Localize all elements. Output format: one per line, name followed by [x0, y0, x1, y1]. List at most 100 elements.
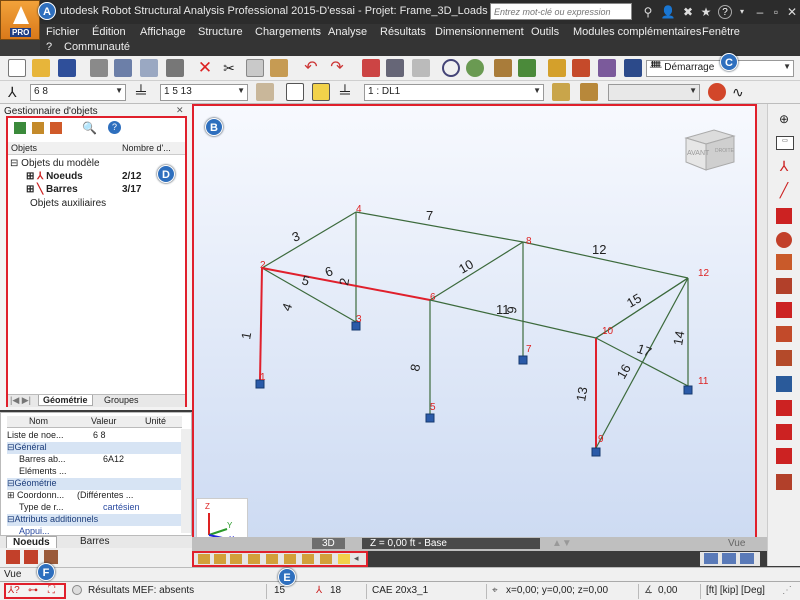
display-icon[interactable] [302, 554, 314, 564]
house-icon[interactable] [286, 83, 304, 101]
funnel-icon[interactable] [32, 122, 44, 134]
screen-capture-icon[interactable] [166, 59, 184, 77]
print-preview-icon[interactable] [114, 59, 132, 77]
globe-icon[interactable] [466, 59, 484, 77]
menu-resultats[interactable]: Résultats [380, 26, 426, 38]
case-tool-icon[interactable] [580, 83, 598, 101]
prop-row-bars[interactable]: Barres ab... 6A12 [7, 454, 182, 466]
display-icon[interactable] [266, 554, 278, 564]
display-icon[interactable] [214, 554, 226, 564]
help-icon[interactable]: ? [108, 121, 121, 134]
support-icon[interactable] [776, 232, 792, 248]
col-count[interactable]: Nombre d'... [122, 143, 171, 153]
user-icon[interactable]: 👤 [660, 4, 676, 20]
bar-icon[interactable]: ╱ [776, 182, 792, 198]
wrench-icon[interactable] [598, 59, 616, 77]
prop-row-appui[interactable]: Appui... [7, 526, 182, 536]
hourglass-icon[interactable] [50, 122, 62, 134]
bar-10[interactable] [429, 241, 524, 301]
help-dropdown-icon[interactable]: ▾ [734, 4, 750, 20]
prop-row-elements[interactable]: Eléments ... [7, 466, 182, 478]
bar-selection-icon[interactable]: ╧ [136, 83, 154, 101]
close-button[interactable]: ✕ [784, 4, 800, 20]
cut-icon[interactable]: ✂ [220, 59, 238, 77]
close-icon[interactable]: ✕ [176, 105, 184, 116]
new-file-icon[interactable] [8, 59, 26, 77]
hierarchy-icon[interactable] [44, 550, 58, 564]
menu-fichier[interactable]: Fichier [46, 26, 79, 38]
prop-row-coords[interactable]: ⊞ Coordonn... (Différentes ... [7, 490, 182, 502]
support-9[interactable] [591, 447, 601, 457]
prop-section-attributes[interactable]: ⊟Attributs additionnels [7, 514, 182, 526]
results-map-icon[interactable] [776, 424, 792, 440]
calculator-icon[interactable] [362, 59, 380, 77]
material-icon[interactable] [776, 254, 792, 270]
tab-groupes[interactable]: Groupes [100, 395, 143, 405]
tab-vue[interactable]: Vue [728, 538, 745, 549]
props-scrollbar[interactable] [181, 429, 191, 533]
star-icon[interactable]: ★ [698, 4, 714, 20]
tree-icon[interactable] [518, 59, 536, 77]
display-icon[interactable] [338, 554, 350, 564]
viewport-scrollbar[interactable] [757, 104, 767, 551]
tab-scroll-icons[interactable]: |◀ ▶| [10, 395, 31, 406]
menu-affichage[interactable]: Affichage [140, 26, 186, 38]
chevron-left-icon[interactable]: ◂ [354, 553, 359, 564]
display-icon[interactable] [198, 554, 210, 564]
search-icon[interactable]: 🔍 [82, 121, 97, 135]
current-section[interactable]: CAE 20x3_1 [372, 585, 428, 596]
bar-7[interactable] [355, 211, 524, 243]
binoculars-icon[interactable]: ⚲ [640, 4, 656, 20]
section-profile-icon[interactable] [776, 208, 792, 224]
delete-icon[interactable]: ✕ [196, 59, 214, 77]
undo-icon[interactable]: ↶ [302, 59, 320, 77]
menu-edition[interactable]: Édition [92, 26, 126, 38]
nodes-selection-combo[interactable]: 6 8 ▼ [30, 84, 126, 101]
view-cube-front[interactable]: AVANT [687, 150, 709, 157]
node-icon[interactable]: ⅄ [776, 158, 792, 174]
open-folder-icon[interactable] [32, 59, 50, 77]
flag-icon[interactable] [24, 550, 38, 564]
paste-icon[interactable] [270, 59, 288, 77]
menu-communaute[interactable]: Communauté [64, 41, 130, 53]
col-objects[interactable]: Objets [11, 143, 37, 153]
tree-item-barres[interactable]: ⊞ ╲ Barres [26, 184, 78, 195]
tab-3d[interactable]: 3D [312, 538, 345, 549]
lock-icon[interactable] [412, 59, 430, 77]
node-numbering-icon[interactable]: ⊕ [776, 112, 792, 128]
support-11[interactable] [683, 385, 693, 395]
prop-row-type[interactable]: Type de r... cartésien [7, 502, 182, 514]
release-icon[interactable] [776, 278, 792, 294]
view-option-icon[interactable] [704, 553, 718, 564]
save-icon[interactable] [58, 59, 76, 77]
support-5[interactable] [425, 413, 435, 423]
app-logo[interactable]: PRO [0, 0, 40, 40]
warning-status-icon[interactable]: ⛶ [48, 585, 55, 596]
display-icon[interactable] [230, 554, 242, 564]
exchange-icon[interactable]: ✖ [680, 4, 696, 20]
bar-6[interactable] [429, 299, 597, 339]
search-input[interactable] [490, 3, 632, 20]
structure-drawing[interactable]: 1234567891011121314151617123456789101112 [194, 106, 755, 549]
prop-section-geometry[interactable]: ⊟Géométrie [7, 478, 182, 490]
prop-row-list[interactable]: Liste de noe... 6 8 [7, 430, 182, 442]
component-combo[interactable]: ▼ [608, 84, 700, 101]
menu-structure[interactable]: Structure [198, 26, 243, 38]
table-icon[interactable] [776, 376, 792, 392]
results-icon[interactable] [708, 83, 726, 101]
layout-icon[interactable] [624, 59, 642, 77]
menu-outils[interactable]: Outils [531, 26, 559, 38]
menu-dimensionnement[interactable]: Dimensionnement [435, 26, 524, 38]
structure-model-icon[interactable] [494, 59, 512, 77]
view-cube[interactable]: AVANT DROITE [682, 124, 738, 172]
display-icon[interactable] [248, 554, 260, 564]
view-option-icon[interactable] [740, 553, 754, 564]
tree-root[interactable]: ⊟ Objets du modèle [10, 158, 100, 169]
print-icon[interactable] [90, 59, 108, 77]
load-case-combo[interactable]: 1 : DL1 ▼ [364, 84, 544, 101]
tab-geometrie[interactable]: Géométrie [38, 395, 93, 406]
display-icon[interactable] [320, 554, 332, 564]
node-selection-icon[interactable]: ⅄ [8, 83, 26, 101]
cable-icon[interactable] [776, 326, 792, 342]
report-icon[interactable] [776, 474, 792, 490]
